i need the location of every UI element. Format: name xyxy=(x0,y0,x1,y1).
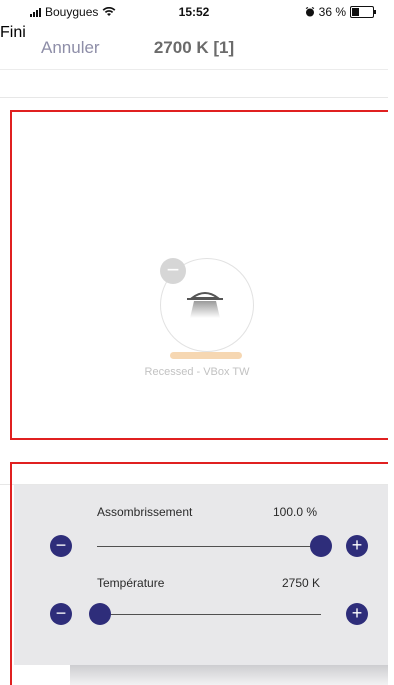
phone-screen: Bouygues 15:52 36 % Annuler 2700 K [1] F… xyxy=(0,0,388,685)
light-level-indicator xyxy=(170,352,242,359)
remove-device-button[interactable]: − xyxy=(160,258,186,284)
temperature-value: 2750 K xyxy=(282,576,321,590)
temperature-label: Température xyxy=(97,576,165,590)
dimming-label: Assombrissement xyxy=(97,505,193,519)
temperature-slider-thumb[interactable] xyxy=(89,603,111,625)
dimming-value: 100.0 % xyxy=(273,505,318,519)
dimming-decrease-button[interactable]: − xyxy=(50,535,72,557)
battery-percent: 36 % xyxy=(318,5,346,19)
alarm-icon xyxy=(305,7,314,17)
status-right: 36 % xyxy=(305,5,376,19)
bottom-shadow xyxy=(70,665,388,685)
done-button[interactable]: Fini xyxy=(0,24,388,70)
temperature-increase-button[interactable]: + xyxy=(346,603,368,625)
temperature-slider-track[interactable] xyxy=(97,614,321,615)
dimming-slider-thumb[interactable] xyxy=(310,535,332,557)
controls-highlight xyxy=(10,462,388,685)
dimming-increase-button[interactable]: + xyxy=(346,535,368,557)
recessed-light-icon xyxy=(187,292,223,318)
temperature-decrease-button[interactable]: − xyxy=(50,603,72,625)
dimming-slider-track[interactable] xyxy=(97,546,321,547)
device-label: Recessed - VBox TW xyxy=(144,366,250,378)
battery-icon xyxy=(350,6,376,18)
divider xyxy=(0,97,388,98)
status-bar: Bouygues 15:52 36 % xyxy=(0,0,388,24)
